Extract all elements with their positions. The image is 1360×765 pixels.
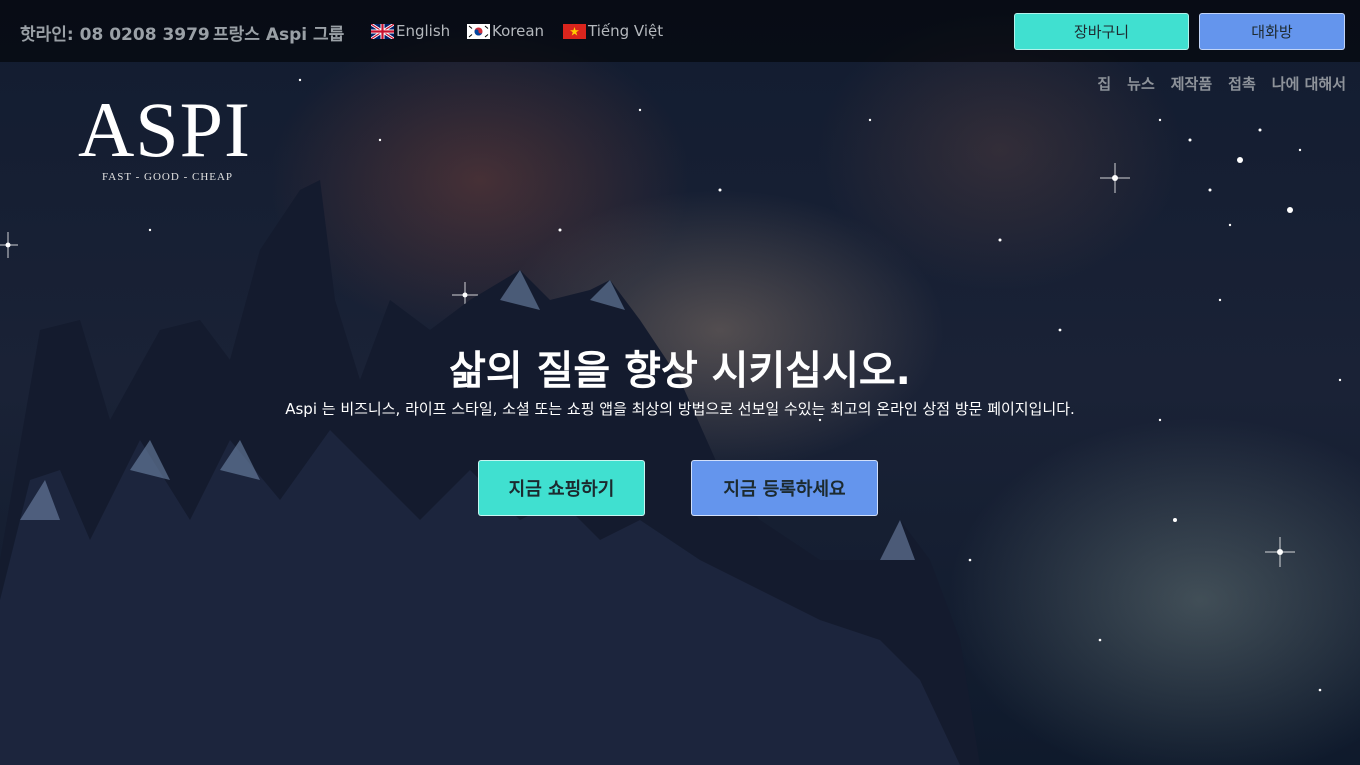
aspi-logo[interactable]: ASPI FAST - GOOD - CHEAP — [78, 86, 264, 184]
group-text: 프랑스 Aspi 그룹 — [213, 25, 345, 45]
nav-item-news[interactable]: 뉴스 — [1127, 73, 1155, 94]
logo-tagline: FAST - GOOD - CHEAP — [102, 171, 233, 183]
cart-button[interactable]: 장바구니 — [1014, 13, 1189, 50]
language-korean-link[interactable]: Korean — [467, 22, 544, 40]
chat-button[interactable]: 대화방 — [1199, 13, 1345, 50]
language-vietnamese-link[interactable]: Tiếng Việt — [563, 22, 663, 40]
language-english-link[interactable]: English — [370, 22, 451, 40]
language-vietnamese-label: Tiếng Việt — [588, 22, 664, 40]
language-english-label: English — [396, 22, 451, 40]
uk-flag-icon — [370, 22, 395, 40]
hero-title: 삶의 질을 향상 시키십시오. — [449, 348, 911, 394]
nav-item-about[interactable]: 나에 대해서 — [1272, 73, 1346, 94]
nav-item-products[interactable]: 제작품 — [1171, 73, 1212, 94]
language-korean-label: Korean — [492, 22, 545, 40]
hero-subtitle: Aspi 는 비즈니스, 라이프 스타일, 소셜 또는 쇼핑 앱을 최상의 방법… — [285, 400, 1075, 418]
nav-item-home[interactable]: 집 — [1097, 73, 1111, 94]
top-bar: 핫라인: 08 0208 3979 프랑스 Aspi 그룹 English Ko… — [0, 0, 1360, 62]
nav-item-contact[interactable]: 접촉 — [1228, 73, 1256, 94]
main-nav: 집 뉴스 제작품 접촉 나에 대해서 — [1081, 73, 1346, 94]
register-now-button[interactable]: 지금 등록하세요 — [691, 460, 878, 516]
hotline-text: 핫라인: 08 0208 3979 — [20, 25, 210, 45]
logo-text: ASPI — [78, 88, 264, 173]
vietnam-flag-icon — [563, 23, 586, 39]
korea-flag-icon — [467, 23, 490, 39]
shop-now-button[interactable]: 지금 쇼핑하기 — [478, 460, 645, 516]
